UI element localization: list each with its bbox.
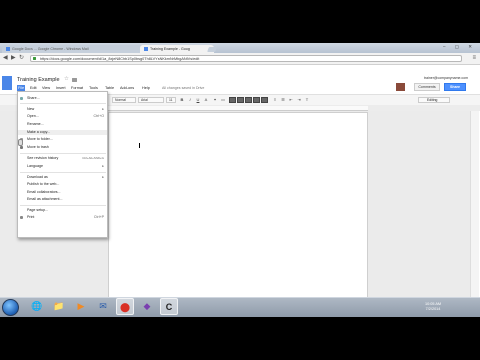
comments-button[interactable]: Comments xyxy=(414,83,440,91)
menu-divider xyxy=(20,205,106,206)
back-arrow-icon[interactable]: ◀ xyxy=(3,55,8,62)
outlook-icon[interactable]: ✉ xyxy=(94,298,112,315)
mouse-pointer-overlay xyxy=(18,139,23,146)
menu-help[interactable]: Help xyxy=(142,85,150,91)
text-cursor xyxy=(139,143,140,148)
underline-button[interactable]: U xyxy=(195,97,201,103)
file-menu-new[interactable]: New ▸ xyxy=(18,107,107,112)
file-menu-email-attachment[interactable]: Email as attachment... xyxy=(18,197,107,202)
document-page[interactable] xyxy=(108,112,368,307)
file-menu-download-as[interactable]: Download as ▸ xyxy=(18,175,107,180)
tab-label: Google Docs ... Google Chrome - Windows … xyxy=(12,47,89,51)
lock-icon xyxy=(33,57,36,60)
save-status: All changes saved in Drive xyxy=(162,86,205,90)
browser-toolbar: ◀ ▶ ↻ https://docs.google.com/document/d… xyxy=(0,53,480,65)
window-controls[interactable]: – ▢ ✕ xyxy=(443,44,476,50)
start-button[interactable] xyxy=(2,299,19,316)
media-player-icon[interactable]: ▶ xyxy=(72,298,90,315)
style-select[interactable]: Normal xyxy=(112,97,136,103)
camtasia-icon[interactable]: C xyxy=(160,298,178,315)
file-menu-move-to-folder[interactable]: Move to folder... xyxy=(18,137,107,142)
file-menu-language[interactable]: Language ▸ xyxy=(18,164,107,169)
address-bar[interactable]: https://docs.google.com/document/d/1a_8x… xyxy=(30,55,462,62)
italic-button[interactable]: I xyxy=(187,97,193,103)
menu-divider xyxy=(20,153,106,154)
align-justify-icon[interactable] xyxy=(253,97,260,103)
file-menu-page-setup[interactable]: Page setup... xyxy=(18,208,107,213)
user-email[interactable]: trainer@companyname.com xyxy=(424,76,468,80)
file-menu-move-to-trash[interactable]: Move to trash xyxy=(18,145,107,150)
bulleted-list-icon[interactable]: ☰ xyxy=(280,97,286,103)
clock-date: 7/2/2014 xyxy=(425,307,441,311)
browser-tabstrip: Google Docs ... Google Chrome - Windows … xyxy=(0,43,480,53)
line-spacing-icon[interactable] xyxy=(261,97,268,103)
system-clock[interactable]: 10:05 AM 7/2/2014 xyxy=(425,302,441,312)
file-menu-dropdown: Share... New ▸ Open... Ctrl+O Rename... Ma… xyxy=(17,91,108,238)
numbered-list-icon[interactable]: ≡ xyxy=(272,97,278,103)
browser-tab-inactive[interactable]: Google Docs ... Google Chrome - Windows … xyxy=(2,45,146,53)
file-explorer-icon[interactable]: 📁 xyxy=(50,298,68,315)
file-menu-share[interactable]: Share... xyxy=(18,96,107,101)
chrome-menu-icon[interactable]: ≡ xyxy=(472,55,476,61)
align-center-icon[interactable] xyxy=(237,97,244,103)
size-select[interactable]: 11 xyxy=(166,97,176,103)
link-icon[interactable]: ⚭ xyxy=(212,97,218,103)
menu-addons[interactable]: Add-ons xyxy=(120,85,134,91)
print-icon xyxy=(20,216,23,219)
file-menu-open[interactable]: Open... Ctrl+O xyxy=(18,114,107,119)
internet-explorer-icon[interactable]: 🌐 xyxy=(28,298,46,315)
tab-favicon-icon xyxy=(6,46,10,51)
file-menu-rename[interactable]: Rename... xyxy=(18,122,107,127)
folder-icon[interactable] xyxy=(72,78,77,82)
docs-logo[interactable] xyxy=(2,76,12,90)
trash-icon xyxy=(20,146,23,149)
forward-arrow-icon[interactable]: ▶ xyxy=(11,55,16,62)
screen: Google Docs ... Google Chrome - Windows … xyxy=(0,43,480,317)
avatar[interactable] xyxy=(396,83,405,91)
align-right-icon[interactable] xyxy=(245,97,252,103)
vertical-scrollbar[interactable] xyxy=(470,111,479,307)
chrome-icon[interactable]: ⬤ xyxy=(116,298,134,315)
file-menu-email-collaborators[interactable]: Email collaborators... xyxy=(18,190,107,195)
font-select[interactable]: Arial xyxy=(138,97,164,103)
share-button[interactable]: Share xyxy=(444,83,466,91)
app-icon[interactable]: ◆ xyxy=(138,298,156,315)
star-icon[interactable]: ☆ xyxy=(64,76,69,82)
increase-indent-icon[interactable]: ⇥ xyxy=(296,97,302,103)
share-icon xyxy=(20,97,23,100)
comment-icon[interactable]: ▭ xyxy=(220,97,226,103)
tab-label: Training Example - Goog xyxy=(150,47,190,51)
document-title[interactable]: Training Example xyxy=(17,77,60,83)
align-left-icon[interactable] xyxy=(229,97,236,103)
text-color-button[interactable]: A xyxy=(203,97,209,103)
bold-button[interactable]: B xyxy=(179,97,185,103)
file-menu-make-copy[interactable]: Make a copy... xyxy=(18,130,107,135)
clear-formatting-icon[interactable]: T xyxy=(304,97,310,103)
file-menu-revision-history[interactable]: See revision history Ctrl+Alt+Shift+G xyxy=(18,156,107,161)
editing-mode-select[interactable]: Editing xyxy=(418,97,450,103)
new-tab-button[interactable] xyxy=(207,47,217,52)
decrease-indent-icon[interactable]: ⇤ xyxy=(288,97,294,103)
menu-divider xyxy=(20,172,106,173)
menu-divider xyxy=(20,103,106,104)
docs-favicon-icon xyxy=(144,46,148,51)
browser-tab-active[interactable]: Training Example - Goog× xyxy=(140,45,214,53)
file-menu-publish[interactable]: Publish to the web... xyxy=(18,182,107,187)
file-menu-print[interactable]: Print Ctrl+P xyxy=(18,215,107,220)
reload-icon[interactable]: ↻ xyxy=(19,55,24,62)
